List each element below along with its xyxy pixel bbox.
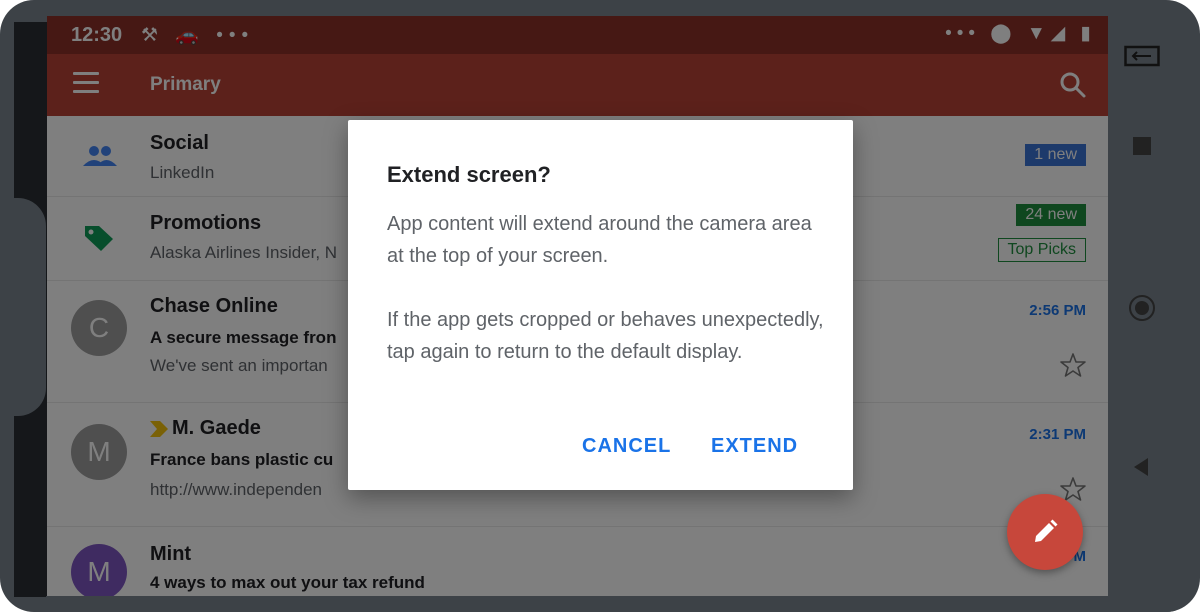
bezel-notch — [0, 198, 46, 416]
circle-icon[interactable] — [1128, 294, 1156, 322]
dialog-body-text-2: If the app gets cropped or behaves unexp… — [387, 309, 824, 363]
extend-screen-dialog: Extend screen? App content will extend a… — [348, 120, 853, 490]
navigation-bar — [1108, 16, 1176, 596]
back-icon[interactable] — [1132, 456, 1150, 478]
square-icon[interactable] — [1133, 137, 1151, 155]
phone-frame: 12:30 ⚒ 🚗 ••• ••• ⬤ ▼◢ ▮ Primary Social … — [0, 0, 1200, 612]
cancel-button[interactable]: CANCEL — [582, 435, 671, 458]
resize-icon[interactable] — [1124, 44, 1160, 68]
extend-button[interactable]: EXTEND — [711, 435, 798, 458]
screen: 12:30 ⚒ 🚗 ••• ••• ⬤ ▼◢ ▮ Primary Social … — [47, 16, 1108, 596]
dialog-title: Extend screen? — [387, 162, 551, 187]
bezel-bottom — [46, 596, 1176, 612]
pencil-icon — [1035, 519, 1058, 542]
dialog-body-text: App content will extend around the camer… — [387, 213, 812, 267]
compose-button[interactable] — [1007, 494, 1083, 570]
